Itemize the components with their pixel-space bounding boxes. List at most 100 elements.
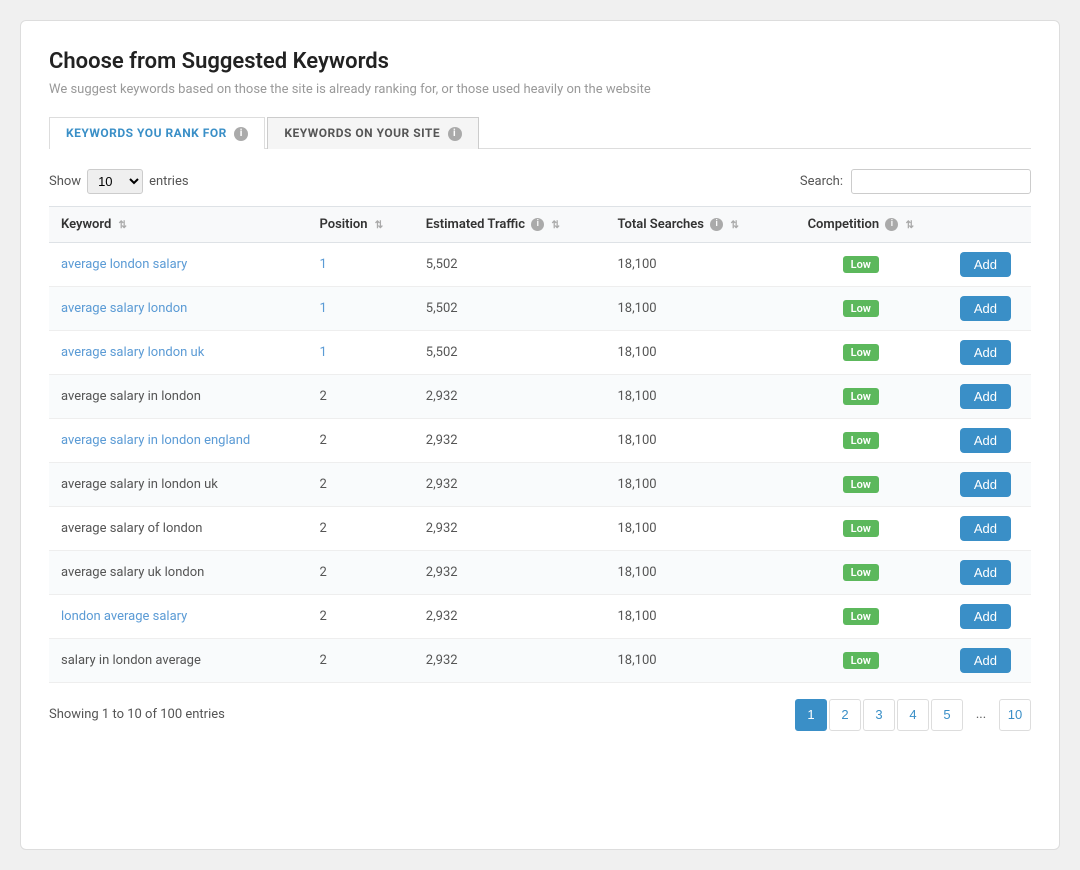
page-btn-last[interactable]: 10 <box>999 699 1031 731</box>
sort-position-icon[interactable]: ⇅ <box>375 220 383 231</box>
cell-position: 2 <box>308 374 414 418</box>
competition-badge: Low <box>843 256 879 273</box>
competition-badge: Low <box>843 652 879 669</box>
tab-site-info-icon: i <box>448 127 462 141</box>
cell-competition: Low <box>782 418 940 462</box>
add-button[interactable]: Add <box>960 516 1011 541</box>
search-control: Search: <box>800 169 1031 194</box>
entries-label: entries <box>149 174 189 189</box>
cell-searches: 18,100 <box>605 242 781 286</box>
cell-keyword: average salary london <box>49 286 308 330</box>
keyword-text: average salary london <box>61 301 187 316</box>
sort-traffic-icon[interactable]: ⇅ <box>552 220 560 231</box>
add-button[interactable]: Add <box>960 296 1011 321</box>
keyword-text: average london salary <box>61 257 187 272</box>
table-row: average salary london uk 1 5,502 18,100 … <box>49 330 1031 374</box>
add-button[interactable]: Add <box>960 472 1011 497</box>
tab-keywords-site[interactable]: KEYWORDS ON YOUR SITE i <box>267 117 478 149</box>
add-button[interactable]: Add <box>960 604 1011 629</box>
cell-action: Add <box>940 374 1031 418</box>
show-entries-control: Show 10 25 50 100 entries <box>49 169 189 194</box>
page-btn-1[interactable]: 1 <box>795 699 827 731</box>
cell-keyword: average salary in london <box>49 374 308 418</box>
cell-position: 2 <box>308 550 414 594</box>
add-button[interactable]: Add <box>960 252 1011 277</box>
cell-searches: 18,100 <box>605 550 781 594</box>
tab-bar: KEYWORDS YOU RANK FOR i KEYWORDS ON YOUR… <box>49 117 1031 149</box>
cell-keyword: average salary in london england <box>49 418 308 462</box>
cell-searches: 18,100 <box>605 506 781 550</box>
table-row: average salary london 1 5,502 18,100 Low… <box>49 286 1031 330</box>
cell-action: Add <box>940 506 1031 550</box>
cell-competition: Low <box>782 550 940 594</box>
cell-searches: 18,100 <box>605 286 781 330</box>
cell-position: 1 <box>308 242 414 286</box>
page-btn-2[interactable]: 2 <box>829 699 861 731</box>
page-btn-4[interactable]: 4 <box>897 699 929 731</box>
competition-badge: Low <box>843 300 879 317</box>
cell-traffic: 2,932 <box>414 462 606 506</box>
table-row: average salary in london 2 2,932 18,100 … <box>49 374 1031 418</box>
cell-position: 2 <box>308 638 414 682</box>
add-button[interactable]: Add <box>960 428 1011 453</box>
entries-select[interactable]: 10 25 50 100 <box>87 169 143 194</box>
keyword-text: salary in london average <box>61 653 201 668</box>
competition-badge: Low <box>843 520 879 537</box>
cell-action: Add <box>940 462 1031 506</box>
add-button[interactable]: Add <box>960 384 1011 409</box>
searches-info-icon: i <box>710 218 723 231</box>
add-button[interactable]: Add <box>960 560 1011 585</box>
cell-traffic: 2,932 <box>414 638 606 682</box>
add-button[interactable]: Add <box>960 340 1011 365</box>
table-row: average salary uk london 2 2,932 18,100 … <box>49 550 1031 594</box>
keyword-text: average salary in london <box>61 389 201 404</box>
cell-position: 2 <box>308 418 414 462</box>
show-label: Show <box>49 174 81 189</box>
subtitle: We suggest keywords based on those the s… <box>49 82 1031 97</box>
table-row: average london salary 1 5,502 18,100 Low… <box>49 242 1031 286</box>
showing-label: Showing 1 to 10 of 100 entries <box>49 707 225 722</box>
table-row: average salary in london england 2 2,932… <box>49 418 1031 462</box>
cell-action: Add <box>940 418 1031 462</box>
sort-searches-icon[interactable]: ⇅ <box>730 220 738 231</box>
add-button[interactable]: Add <box>960 648 1011 673</box>
cell-keyword: average salary of london <box>49 506 308 550</box>
keywords-table: Keyword ⇅ Position ⇅ Estimated Traffic i… <box>49 206 1031 683</box>
cell-keyword: salary in london average <box>49 638 308 682</box>
cell-searches: 18,100 <box>605 374 781 418</box>
col-position: Position ⇅ <box>308 206 414 242</box>
col-keyword: Keyword ⇅ <box>49 206 308 242</box>
cell-keyword: average salary uk london <box>49 550 308 594</box>
competition-badge: Low <box>843 388 879 405</box>
cell-keyword: average salary london uk <box>49 330 308 374</box>
table-header-row: Keyword ⇅ Position ⇅ Estimated Traffic i… <box>49 206 1031 242</box>
controls-row: Show 10 25 50 100 entries Search: <box>49 169 1031 194</box>
page-btn-5[interactable]: 5 <box>931 699 963 731</box>
tab-keywords-rank[interactable]: KEYWORDS YOU RANK FOR i <box>49 117 265 149</box>
cell-searches: 18,100 <box>605 462 781 506</box>
cell-keyword: average london salary <box>49 242 308 286</box>
sort-competition-icon[interactable]: ⇅ <box>906 220 914 231</box>
page-btn-3[interactable]: 3 <box>863 699 895 731</box>
search-input[interactable] <box>851 169 1031 194</box>
pagination-ellipsis: ... <box>965 699 997 731</box>
cell-searches: 18,100 <box>605 330 781 374</box>
col-competition: Competition i ⇅ <box>782 206 940 242</box>
sort-keyword-icon[interactable]: ⇅ <box>119 220 127 231</box>
cell-keyword: average salary in london uk <box>49 462 308 506</box>
cell-traffic: 5,502 <box>414 330 606 374</box>
cell-action: Add <box>940 638 1031 682</box>
competition-badge: Low <box>843 432 879 449</box>
table-row: salary in london average 2 2,932 18,100 … <box>49 638 1031 682</box>
cell-competition: Low <box>782 594 940 638</box>
search-label: Search: <box>800 174 843 189</box>
cell-searches: 18,100 <box>605 418 781 462</box>
keyword-text: average salary london uk <box>61 345 204 360</box>
cell-traffic: 2,932 <box>414 550 606 594</box>
keyword-text: london average salary <box>61 609 187 624</box>
table-row: average salary in london uk 2 2,932 18,1… <box>49 462 1031 506</box>
cell-competition: Low <box>782 462 940 506</box>
col-traffic: Estimated Traffic i ⇅ <box>414 206 606 242</box>
cell-action: Add <box>940 330 1031 374</box>
cell-action: Add <box>940 550 1031 594</box>
